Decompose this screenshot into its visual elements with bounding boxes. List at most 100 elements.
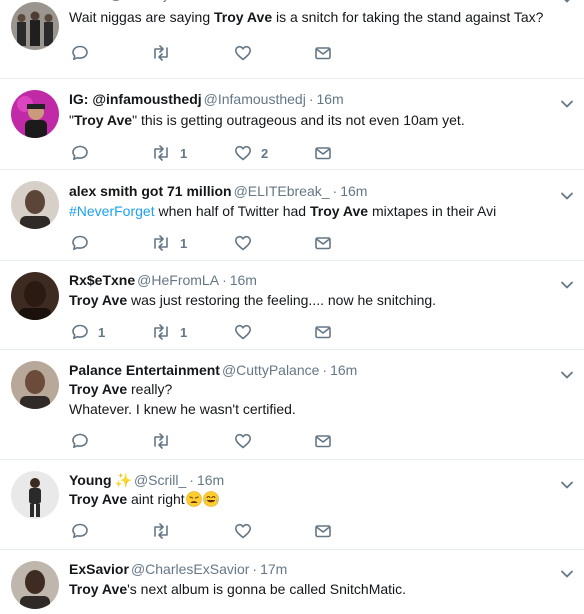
- tweet-card[interactable]: Rx$eTxne @HeFromLA · 16m Troy Ave was just r…: [0, 261, 584, 350]
- author-handle[interactable]: @Scrill_: [134, 472, 186, 488]
- text-segment: Whatever. I knew he wasn't certified.: [69, 401, 296, 417]
- reply-button[interactable]: [71, 432, 89, 450]
- direct-message-button[interactable]: [314, 234, 332, 252]
- author-name[interactable]: Rx$eTxne: [69, 272, 135, 288]
- caret-down-icon[interactable]: [560, 96, 574, 108]
- reply-button[interactable]: [71, 522, 89, 540]
- author-name[interactable]: dMart: [69, 0, 107, 2]
- avatar[interactable]: [11, 2, 59, 50]
- author-name[interactable]: ExSavior: [69, 561, 129, 577]
- direct-message-icon: [314, 433, 332, 449]
- direct-message-button[interactable]: [314, 522, 332, 540]
- avatar[interactable]: [11, 181, 59, 229]
- direct-message-button[interactable]: [314, 432, 332, 450]
- reply-icon: [71, 45, 89, 61]
- author-name[interactable]: Palance Entertainment: [69, 362, 220, 378]
- caret-down-icon[interactable]: [560, 566, 574, 578]
- author-handle[interactable]: @CharlesExSavior: [131, 561, 249, 577]
- author-handle[interactable]: @Infamousthedj: [204, 91, 306, 107]
- like-button[interactable]: [234, 44, 252, 62]
- text-segment: 's next album is gonna be called SnitchM…: [127, 581, 407, 597]
- author-handle[interactable]: @leBUNjames: [109, 0, 201, 2]
- tweet-timestamp[interactable]: 17m: [260, 561, 287, 577]
- author-handle[interactable]: @ELITEbreak_: [234, 183, 330, 199]
- avatar[interactable]: [11, 272, 59, 320]
- separator-dot: ·: [189, 472, 194, 488]
- weary-face-icon: [185, 491, 202, 507]
- text-segment: " this is getting outrageous and its not…: [132, 112, 465, 128]
- retweet-button[interactable]: 1: [151, 323, 187, 341]
- caret-down-icon[interactable]: [560, 0, 574, 3]
- reply-button[interactable]: [71, 234, 89, 252]
- author-name[interactable]: IG: @infamousthedj: [69, 91, 202, 107]
- caret-down-icon[interactable]: [560, 367, 574, 379]
- reply-button[interactable]: [71, 144, 89, 162]
- tweet-card[interactable]: alex smith got 71 million @ELITEbreak_ · 16…: [0, 170, 584, 261]
- tweet-card[interactable]: ExSavior @CharlesExSavior · 17m Troy Ave's n…: [0, 550, 584, 614]
- tweet-card[interactable]: dMart@leBUNjames·16m Wait niggas are sayi…: [0, 0, 584, 79]
- caret-down-icon[interactable]: [560, 277, 574, 289]
- retweet-icon: [151, 145, 171, 161]
- author-name[interactable]: Young: [69, 472, 112, 488]
- tweet-timestamp[interactable]: 16m: [340, 183, 367, 199]
- tweet-card[interactable]: Palance Entertainment @CuttyPalance · 16m Tr…: [0, 350, 584, 460]
- like-button[interactable]: [234, 522, 252, 540]
- tweet-header: Palance Entertainment @CuttyPalance · 16m: [69, 361, 357, 379]
- retweet-button[interactable]: [151, 522, 171, 540]
- hashtag-link[interactable]: #NeverForget: [69, 203, 155, 219]
- avatar[interactable]: [11, 361, 59, 409]
- like-button[interactable]: [234, 323, 252, 341]
- caret-down-icon[interactable]: [560, 188, 574, 200]
- direct-message-icon: [314, 324, 332, 340]
- direct-message-button[interactable]: [314, 44, 332, 62]
- sparkles-icon: ✨: [114, 472, 132, 488]
- avatar[interactable]: [11, 90, 59, 138]
- retweet-button[interactable]: [151, 432, 171, 450]
- like-button[interactable]: [234, 432, 252, 450]
- tweet-card[interactable]: IG: @infamousthedj @Infamousthedj · 16m "Tro…: [0, 79, 584, 170]
- direct-message-button[interactable]: [314, 323, 332, 341]
- reply-icon: [71, 523, 89, 539]
- retweet-button[interactable]: 1: [151, 234, 187, 252]
- reply-icon: [71, 433, 89, 449]
- reply-button[interactable]: 1: [71, 323, 105, 341]
- avatar[interactable]: [11, 471, 59, 519]
- retweet-count: 1: [180, 235, 188, 251]
- tweet-timestamp[interactable]: 16m: [316, 91, 343, 107]
- tweet-timestamp[interactable]: 16m: [330, 362, 357, 378]
- author-name[interactable]: alex smith got 71 million: [69, 183, 232, 199]
- separator-dot: ·: [204, 0, 209, 2]
- reply-button[interactable]: [71, 44, 89, 62]
- caret-down-icon[interactable]: [560, 477, 574, 489]
- like-icon: [234, 235, 252, 251]
- direct-message-icon: [314, 45, 332, 61]
- like-icon: [234, 324, 252, 340]
- tweet-actions: [71, 432, 371, 450]
- separator-dot: ·: [322, 362, 328, 378]
- tweet-card[interactable]: Young ✨ @Scrill_ · 16m Troy Ave aint right: [0, 460, 584, 550]
- tears-of-joy-icon: [202, 491, 219, 507]
- retweet-icon: [151, 45, 171, 61]
- highlighted-term: Troy Ave: [73, 112, 133, 128]
- author-handle[interactable]: @HeFromLA: [137, 272, 219, 288]
- text-segment: really?: [127, 381, 173, 397]
- avatar[interactable]: [11, 561, 59, 609]
- like-icon: [234, 45, 252, 61]
- like-button[interactable]: 2: [234, 144, 268, 162]
- tweet-timestamp[interactable]: 16m: [212, 0, 239, 2]
- retweet-button[interactable]: [151, 44, 171, 62]
- tweet-actions: 1: [71, 234, 371, 252]
- like-button[interactable]: [234, 234, 252, 252]
- retweet-icon: [151, 523, 171, 539]
- tweet-header: Young ✨ @Scrill_ · 16m: [69, 471, 224, 489]
- retweet-button[interactable]: 1: [151, 144, 187, 162]
- tweet-text: "Troy Ave" this is getting outrageous an…: [69, 110, 465, 130]
- retweet-icon: [151, 433, 171, 449]
- direct-message-button[interactable]: [314, 144, 332, 162]
- like-icon: [234, 523, 252, 539]
- direct-message-icon: [314, 523, 332, 539]
- tweet-timestamp[interactable]: 16m: [230, 272, 257, 288]
- direct-message-icon: [314, 235, 332, 251]
- tweet-timestamp[interactable]: 16m: [197, 472, 224, 488]
- author-handle[interactable]: @CuttyPalance: [222, 362, 319, 378]
